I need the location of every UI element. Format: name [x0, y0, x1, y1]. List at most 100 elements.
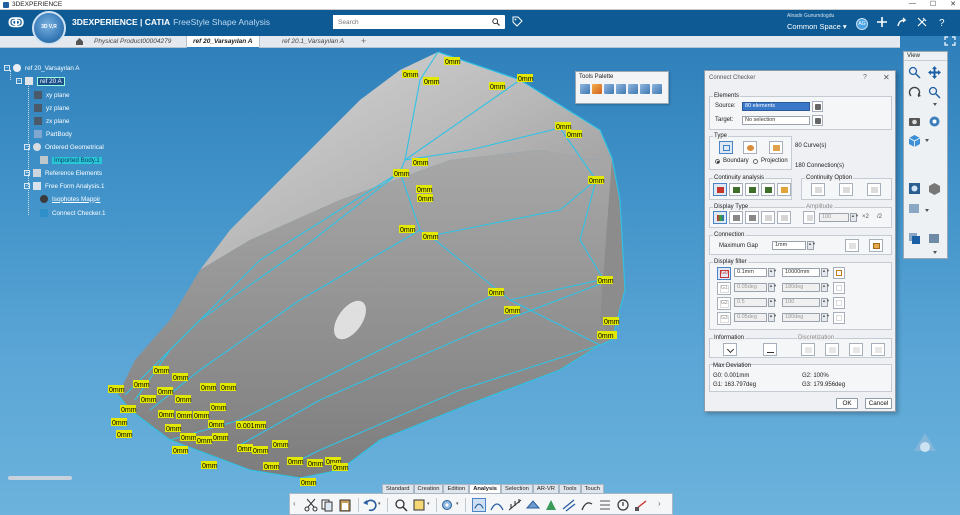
- envelope-icon[interactable]: [616, 84, 626, 94]
- horizontal-scrollbar[interactable]: [8, 476, 72, 480]
- tree-item-part[interactable]: − ref 20 A: [16, 76, 65, 86]
- source-select-button[interactable]: [812, 101, 823, 112]
- tree-item-yz-plane[interactable]: yz plane: [34, 103, 69, 113]
- select-icon[interactable]: [580, 84, 590, 94]
- g3-min-field[interactable]: 0.05deg: [734, 313, 767, 322]
- porcupine-icon[interactable]: [508, 498, 522, 512]
- tab-edition[interactable]: Edition: [443, 484, 470, 493]
- tree-item-partbody[interactable]: PartBody: [34, 129, 72, 139]
- target-field[interactable]: No selection: [742, 116, 810, 125]
- g0-max-field[interactable]: 10000mm: [782, 268, 820, 277]
- g3-min-spinner[interactable]: ▲▼: [768, 313, 777, 322]
- hide-show-icon[interactable]: [928, 182, 941, 195]
- layer-icon[interactable]: [908, 232, 921, 245]
- connection-grid-button[interactable]: [869, 239, 883, 252]
- share-icon[interactable]: [896, 16, 908, 28]
- boundary-radio[interactable]: [715, 159, 720, 164]
- surface-curve-type-button[interactable]: [769, 141, 783, 154]
- tab-ref20-varsayilan[interactable]: ref 20_Varsayılan A: [186, 36, 260, 49]
- view-settings-icon[interactable]: [928, 115, 941, 128]
- undo-icon[interactable]: [363, 498, 377, 512]
- tools-palette[interactable]: Tools Palette: [575, 71, 669, 104]
- collapse-icon[interactable]: −: [4, 65, 10, 71]
- g1-analysis-button[interactable]: [729, 183, 743, 196]
- disc-medium-button[interactable]: [849, 343, 863, 356]
- source-field[interactable]: 80 elements: [742, 102, 810, 111]
- g0-range-button[interactable]: [833, 267, 845, 279]
- full-color-display-button[interactable]: [729, 211, 743, 224]
- g3-max-field[interactable]: 180deg: [782, 313, 820, 322]
- chevron-down-icon[interactable]: [933, 251, 937, 254]
- tree-item-isophotes[interactable]: Isophotes Mappir: [40, 194, 100, 204]
- max-info-button[interactable]: [763, 343, 777, 356]
- paste-icon[interactable]: [338, 498, 352, 512]
- maximize-button[interactable]: ☐: [930, 0, 936, 8]
- help-button[interactable]: ?: [863, 74, 867, 81]
- g2-analysis-button[interactable]: [745, 183, 759, 196]
- trap-select-icon[interactable]: [628, 84, 638, 94]
- rotate-icon[interactable]: [908, 86, 921, 99]
- internal-edges-button[interactable]: [845, 239, 859, 252]
- g0-analysis-button[interactable]: [713, 183, 727, 196]
- optimal-display-button[interactable]: [777, 211, 791, 224]
- chevron-left-icon[interactable]: ‹: [293, 499, 296, 508]
- g2-min-field[interactable]: 0.5: [734, 298, 767, 307]
- multi-select-icon[interactable]: [604, 84, 614, 94]
- g1-max-spinner[interactable]: ▲▼: [821, 283, 830, 292]
- g0-max-spinner[interactable]: ▲▼: [821, 268, 830, 277]
- chevron-down-icon[interactable]: ▾: [378, 501, 381, 507]
- search-box[interactable]: [333, 15, 505, 29]
- collapse-icon[interactable]: −: [24, 144, 30, 150]
- chevron-right-icon[interactable]: ›: [658, 499, 661, 508]
- option-g0-button[interactable]: [811, 183, 825, 196]
- dassault-logo-icon[interactable]: ↂ: [8, 15, 24, 31]
- g3-analysis-button[interactable]: [761, 183, 775, 196]
- collab-space-dropdown[interactable]: Common Space ▾: [787, 22, 847, 31]
- g3-range-button[interactable]: [833, 312, 845, 324]
- tree-item-root[interactable]: − ref 20_Varsayılan A: [4, 63, 80, 73]
- disc-fine-button[interactable]: [871, 343, 885, 356]
- chevron-down-icon[interactable]: [933, 103, 937, 106]
- tag-icon[interactable]: [512, 16, 523, 27]
- distance-analysis-icon[interactable]: [634, 498, 648, 512]
- color-icon[interactable]: [592, 84, 602, 94]
- search-input[interactable]: [333, 15, 483, 29]
- g0-min-field[interactable]: 0.1mm: [734, 268, 767, 277]
- tab-analysis[interactable]: Analysis: [469, 484, 502, 493]
- pan-icon[interactable]: [928, 66, 941, 79]
- tab-ref20-1-varsayilan[interactable]: ref 20.1_Varsayılan A: [276, 36, 350, 48]
- limited-color-display-button[interactable]: [713, 211, 727, 224]
- tab-standard[interactable]: Standard: [382, 484, 414, 493]
- g2-min-spinner[interactable]: ▲▼: [768, 298, 777, 307]
- ok-button[interactable]: OK: [836, 398, 858, 409]
- g3-max-spinner[interactable]: ▲▼: [821, 313, 830, 322]
- tab-selection[interactable]: Selection: [501, 484, 533, 493]
- surface-surface-type-button[interactable]: [719, 141, 733, 154]
- copy-icon[interactable]: [320, 498, 334, 512]
- tab-touch[interactable]: Touch: [580, 484, 604, 493]
- measure-icon[interactable]: [394, 498, 408, 512]
- divide-2-button[interactable]: /2: [877, 214, 882, 220]
- home-icon[interactable]: [75, 37, 84, 46]
- tree-item-ordered-geometrical[interactable]: − Ordered Geometrical: [24, 142, 104, 152]
- g1-max-field[interactable]: 180deg: [782, 283, 820, 292]
- disc-light-button[interactable]: [801, 343, 815, 356]
- zoom-icon[interactable]: [908, 66, 921, 79]
- max-gap-spinner[interactable]: ▲▼: [807, 241, 816, 250]
- plus-icon[interactable]: [876, 16, 888, 28]
- multiply-2-button[interactable]: ×2: [862, 214, 869, 220]
- tab-physical-product[interactable]: Physical Product00004279: [88, 36, 177, 48]
- tools-filter-icon[interactable]: [640, 84, 650, 94]
- tree-item-connect-checker[interactable]: Connect Checker.1: [40, 208, 106, 218]
- amplitude-spinner[interactable]: ▲▼: [850, 213, 859, 222]
- disc-coarse-button[interactable]: [825, 343, 839, 356]
- tree-item-zx-plane[interactable]: zx plane: [34, 116, 69, 126]
- navigation-compass-icon[interactable]: [912, 431, 938, 457]
- g1-min-spinner[interactable]: ▲▼: [768, 283, 777, 292]
- copy-icon[interactable]: [652, 84, 662, 94]
- curve-curve-type-button[interactable]: [743, 141, 757, 154]
- camera-icon[interactable]: [908, 115, 921, 128]
- chevron-down-icon[interactable]: [925, 139, 929, 142]
- target-select-button[interactable]: [812, 115, 823, 126]
- tree-item-free-form-analysis[interactable]: − Free Form Analysis.1: [24, 181, 105, 191]
